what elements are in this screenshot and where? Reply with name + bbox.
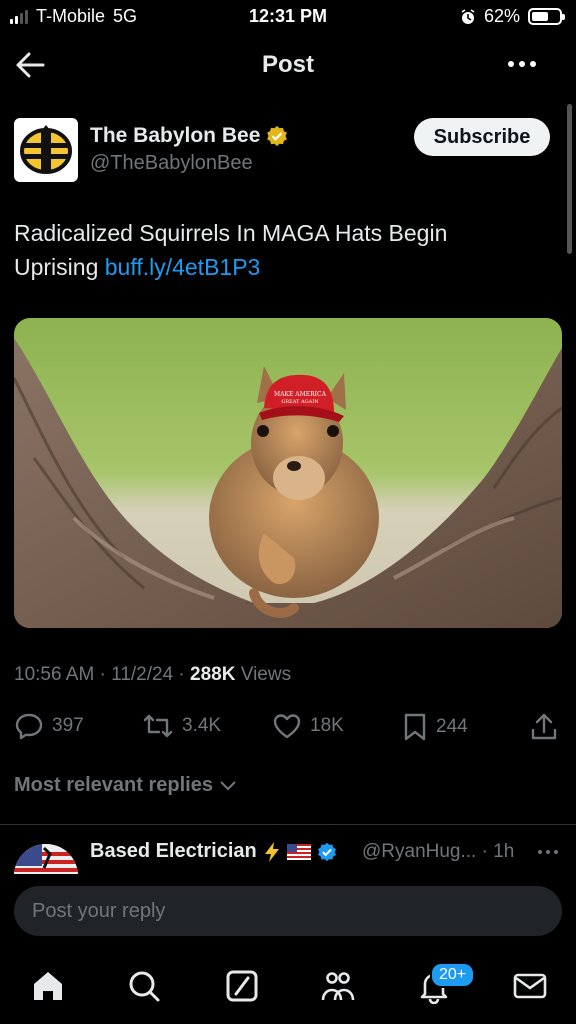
flag-avatar-icon xyxy=(14,844,78,874)
hat-text-line-1: MAKE AMERICA xyxy=(274,391,327,398)
tab-search[interactable] xyxy=(126,968,162,1004)
chevron-down-icon xyxy=(220,780,236,790)
tweet-actions: 397 3.4K 18K 244 xyxy=(0,706,576,746)
babylon-bee-logo-icon xyxy=(20,125,72,174)
repost-button[interactable]: 3.4K xyxy=(142,712,221,740)
reply-more-button[interactable] xyxy=(538,850,558,854)
repost-count: 3.4K xyxy=(182,715,222,736)
replies-sort-dropdown[interactable]: Most relevant replies xyxy=(14,774,237,797)
share-icon xyxy=(531,713,557,740)
reply-author-name[interactable]: Based Electrician xyxy=(90,840,337,863)
us-flag-icon xyxy=(286,843,311,860)
bookmark-icon xyxy=(404,713,426,741)
battery-fill xyxy=(532,12,549,21)
reply-author-handle: @RyanHug... · 1h xyxy=(362,841,515,862)
views-count: 288K xyxy=(190,664,236,685)
tab-home[interactable] xyxy=(30,968,66,1004)
reply-count: 397 xyxy=(52,715,84,736)
repost-icon xyxy=(143,714,173,738)
search-icon xyxy=(129,971,160,1002)
more-options-button[interactable] xyxy=(508,61,536,67)
verified-badge-icon xyxy=(267,126,288,146)
communities-icon xyxy=(321,972,355,1001)
notifications-badge: 20+ xyxy=(430,962,476,988)
top-bar: Post xyxy=(0,36,576,94)
tweet-link[interactable]: buff.ly/4etB1P3 xyxy=(105,254,261,280)
verified-badge-icon xyxy=(317,842,336,861)
heart-icon xyxy=(273,714,301,739)
tweet-meta: 10:56 AM · 11/2/24 · 288K Views xyxy=(14,664,292,685)
alarm-icon xyxy=(461,8,475,24)
bookmark-count: 244 xyxy=(436,716,468,737)
lightning-icon xyxy=(264,841,279,862)
bottom-tab-bar: 20+ xyxy=(0,950,576,1024)
tweet-image[interactable]: MAKE AMERICA GREAT AGAIN xyxy=(14,318,562,628)
hat-text-line-2: GREAT AGAIN xyxy=(281,399,319,405)
author-avatar[interactable] xyxy=(14,118,78,182)
page-title: Post xyxy=(261,51,314,78)
author-name[interactable]: The Babylon Bee xyxy=(90,124,288,148)
reply-icon xyxy=(15,713,43,740)
reply-input[interactable] xyxy=(14,886,562,936)
views-label: Views xyxy=(240,664,292,685)
tweet-text: Radicalized Squirrels In MAGA Hats Begin… xyxy=(14,220,448,280)
author-handle[interactable]: @TheBabylonBee xyxy=(90,152,253,175)
tweet-time: 10:56 AM xyxy=(14,664,95,685)
reply-avatar[interactable] xyxy=(14,844,78,874)
battery-icon xyxy=(528,8,565,25)
tweet-date: 11/2/24 xyxy=(111,664,174,685)
grok-icon xyxy=(226,970,258,1002)
like-count: 18K xyxy=(310,715,344,736)
tab-messages[interactable] xyxy=(512,968,548,1004)
tab-communities[interactable] xyxy=(320,968,356,1004)
subscribe-button[interactable]: Subscribe xyxy=(414,118,550,156)
reply-composer[interactable] xyxy=(14,886,562,936)
reply-time: · 1h xyxy=(481,841,515,862)
share-button[interactable] xyxy=(530,712,558,742)
mail-icon xyxy=(513,973,547,999)
battery-percent: 62% xyxy=(483,6,520,26)
squirrel-photo: MAKE AMERICA GREAT AGAIN xyxy=(14,318,562,628)
like-button[interactable]: 18K xyxy=(272,712,344,740)
divider xyxy=(0,824,576,825)
status-bar: T-Mobile 5G 12:31 PM 62% xyxy=(0,0,576,36)
tab-grok[interactable] xyxy=(224,968,260,1004)
scrollbar[interactable] xyxy=(567,104,572,254)
home-icon xyxy=(34,972,62,1000)
bookmark-button[interactable]: 244 xyxy=(402,712,468,742)
reply-item[interactable]: Based Electrician @RyanHug... · 1h xyxy=(0,838,576,874)
reply-button[interactable]: 397 xyxy=(14,712,84,740)
